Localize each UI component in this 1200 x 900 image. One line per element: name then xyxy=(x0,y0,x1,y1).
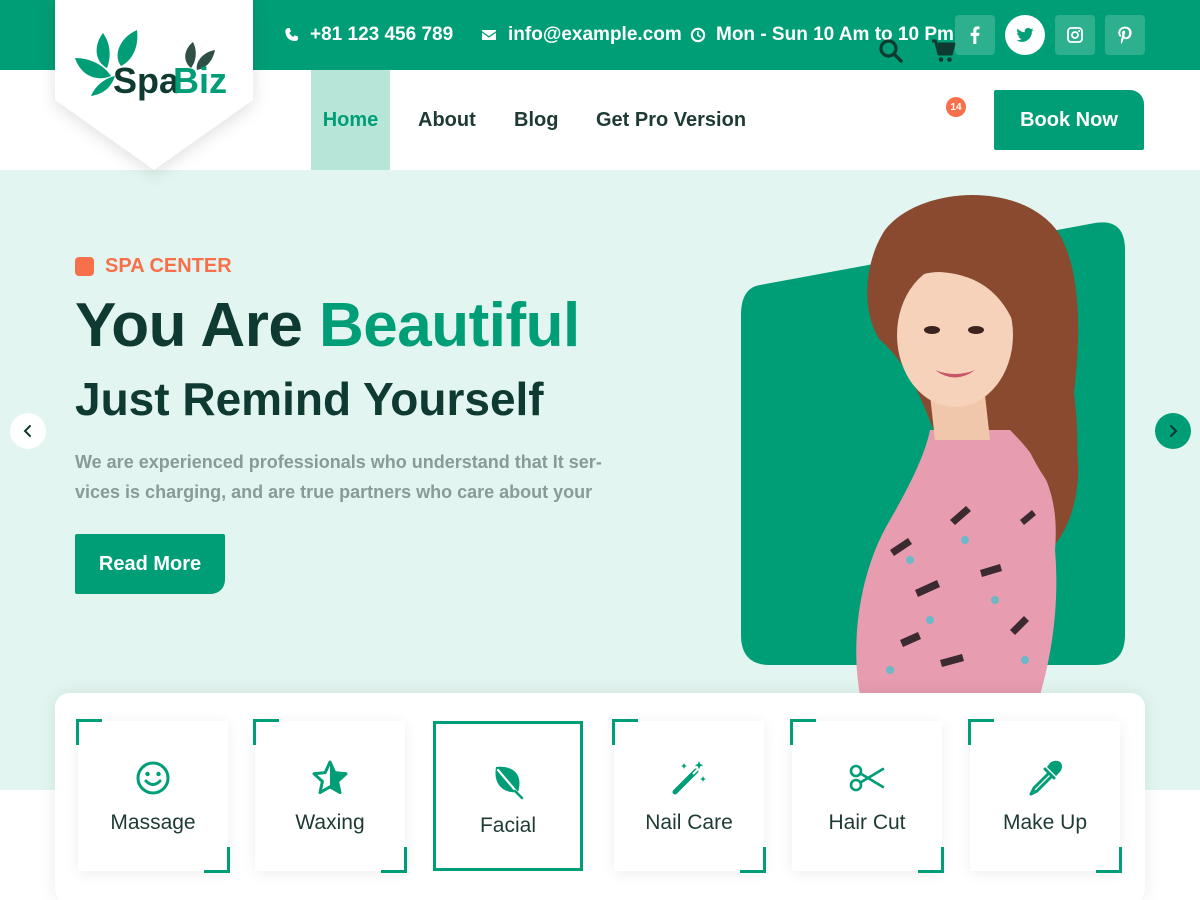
service-card-waxing[interactable]: Waxing xyxy=(253,719,407,873)
service-label: Massage xyxy=(110,811,196,834)
hero-title-accent: Beautiful xyxy=(319,291,580,360)
hero-description: We are experienced professionals who und… xyxy=(75,452,602,502)
corner-accent xyxy=(612,719,638,745)
search-button[interactable] xyxy=(878,38,904,64)
magic-wand-icon xyxy=(670,759,708,797)
email-address: info@example.com xyxy=(508,24,682,45)
search-icon xyxy=(879,39,903,63)
phone-number: +81 123 456 789 xyxy=(310,24,454,45)
hero-title: You Are Beautiful xyxy=(75,290,580,361)
service-card-make-up[interactable]: Make Up xyxy=(968,719,1122,873)
corner-accent xyxy=(790,719,816,745)
pinterest-link[interactable] xyxy=(1105,15,1145,55)
nav-blog[interactable]: Blog xyxy=(514,70,558,170)
page: +81 123 456 789 info@example.com Mon - S… xyxy=(0,0,1200,900)
opening-hours: Mon - Sun 10 Am to 10 Pm xyxy=(716,24,954,45)
nav-about[interactable]: About xyxy=(418,70,476,170)
service-label: Waxing xyxy=(295,811,365,834)
read-more-button[interactable]: Read More xyxy=(75,534,225,594)
hero-tag: SPA CENTER xyxy=(75,255,232,278)
corner-accent xyxy=(740,847,766,873)
slider-next-button[interactable] xyxy=(1155,413,1191,449)
chevron-right-icon xyxy=(1170,425,1178,437)
book-now-button[interactable]: Book Now xyxy=(994,90,1144,150)
corner-accent xyxy=(1096,847,1122,873)
logo-text-biz: Biz xyxy=(173,60,227,101)
pinterest-icon xyxy=(1118,26,1132,44)
hero-model-image xyxy=(740,190,1130,695)
chevron-left-icon xyxy=(23,425,31,437)
phone-icon xyxy=(285,28,299,42)
contact-hours: Mon - Sun 10 Am to 10 Pm xyxy=(690,0,954,70)
corner-accent xyxy=(76,719,102,745)
nav-home[interactable]: Home xyxy=(311,70,390,170)
nav-get-pro[interactable]: Get Pro Version xyxy=(596,70,746,170)
twitter-link[interactable] xyxy=(1005,15,1045,55)
service-label: Hair Cut xyxy=(828,811,906,834)
hero-title-main: You Are xyxy=(75,291,320,360)
facebook-icon xyxy=(970,26,980,44)
logo-text-spa: Spa xyxy=(113,60,180,101)
cart-icon xyxy=(932,39,956,62)
service-card-nail-care[interactable]: Nail Care xyxy=(612,719,766,873)
contact-phone[interactable]: +81 123 456 789 xyxy=(284,0,453,70)
corner-accent xyxy=(918,847,944,873)
envelope-icon xyxy=(482,30,496,40)
slider-prev-button[interactable] xyxy=(10,413,46,449)
service-card-massage[interactable]: Massage xyxy=(76,719,230,873)
hero-tag-text: SPA CENTER xyxy=(105,255,232,277)
corner-accent xyxy=(253,719,279,745)
service-label: Nail Care xyxy=(645,811,733,834)
eyedropper-icon xyxy=(1026,759,1064,797)
facebook-link[interactable] xyxy=(955,15,995,55)
hero-subtitle: Just Remind Yourself xyxy=(75,373,544,425)
scissors-icon xyxy=(848,759,886,797)
corner-accent xyxy=(968,719,994,745)
service-label: Make Up xyxy=(1002,811,1088,834)
corner-accent xyxy=(204,847,230,873)
star-icon xyxy=(311,759,349,797)
service-label: Facial xyxy=(479,814,537,837)
smile-icon xyxy=(134,759,172,797)
twitter-icon xyxy=(1016,27,1034,42)
service-card-hair-cut[interactable]: Hair Cut xyxy=(790,719,944,873)
service-card-facial[interactable]: Facial xyxy=(433,721,583,871)
contact-email[interactable]: info@example.com xyxy=(480,0,682,70)
tag-marker-icon xyxy=(75,257,94,276)
cart-count-badge: 14 xyxy=(946,97,966,117)
cart-button[interactable] xyxy=(930,38,958,64)
leaf-icon xyxy=(489,762,527,800)
clock-icon xyxy=(690,27,706,43)
instagram-icon xyxy=(1067,27,1083,43)
instagram-link[interactable] xyxy=(1055,15,1095,55)
corner-accent xyxy=(381,847,407,873)
site-logo[interactable]: Spa Biz xyxy=(55,0,253,170)
